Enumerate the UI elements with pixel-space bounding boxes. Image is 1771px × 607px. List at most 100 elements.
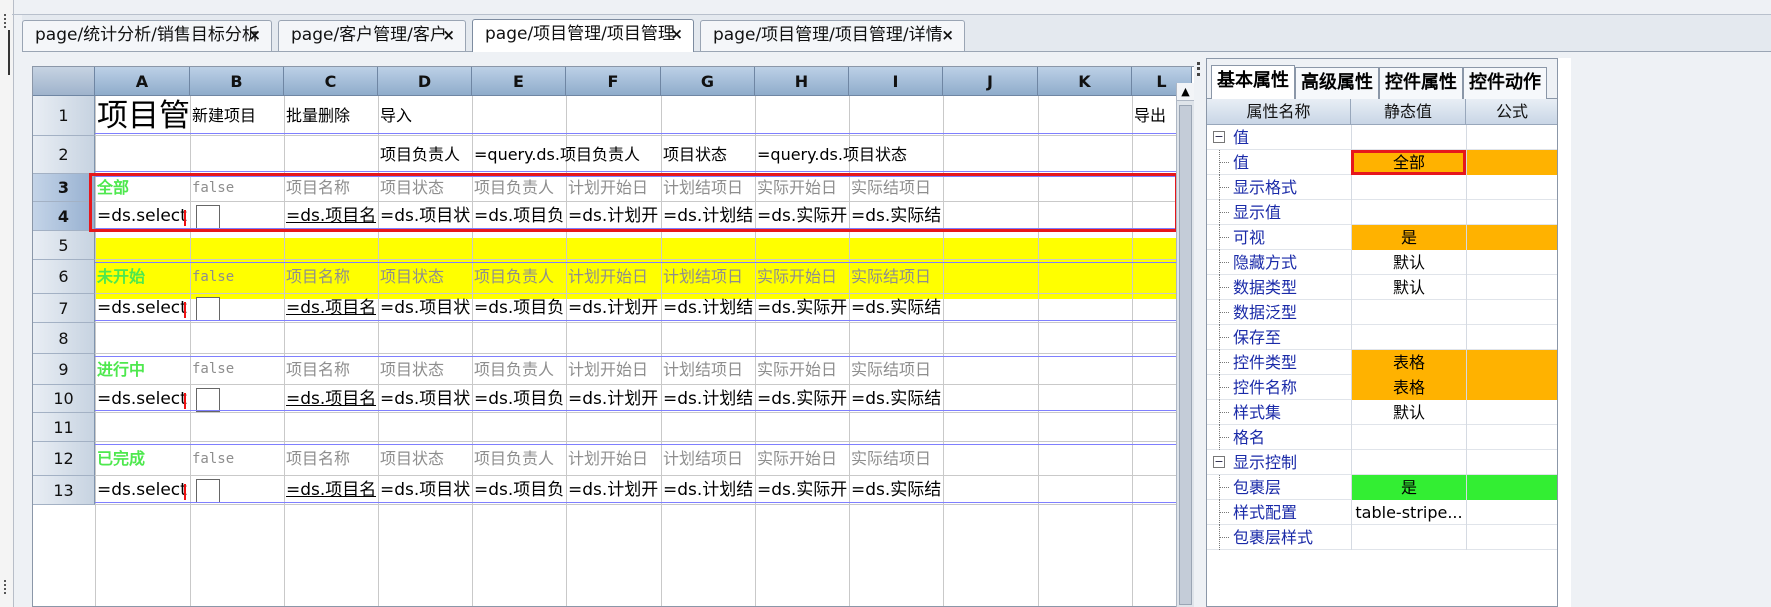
- field-formula-cell[interactable]: =ds.实际开: [757, 476, 847, 505]
- row-header-7[interactable]: 7: [33, 294, 95, 323]
- property-row[interactable]: 值 全部: [1207, 150, 1557, 175]
- field-formula-cell[interactable]: =ds.计划开: [568, 294, 658, 323]
- row-header-3[interactable]: 3: [33, 174, 95, 202]
- property-value[interactable]: [1351, 300, 1466, 325]
- column-title-cell[interactable]: 计划结项日: [663, 354, 743, 385]
- select-formula-cell[interactable]: =ds.select(: [97, 476, 187, 505]
- column-header-k[interactable]: K: [1038, 67, 1132, 96]
- field-formula-cell[interactable]: =ds.计划开: [568, 385, 658, 413]
- property-row[interactable]: 包裹层样式: [1207, 525, 1557, 550]
- row-checkbox[interactable]: [196, 297, 220, 321]
- property-group[interactable]: − 值: [1207, 125, 1557, 150]
- row-header-9[interactable]: 9: [33, 354, 95, 385]
- group-label-cell[interactable]: 进行中: [97, 354, 145, 385]
- property-row[interactable]: 控件类型 表格: [1207, 350, 1557, 375]
- column-title-cell[interactable]: 项目名称: [286, 260, 350, 294]
- column-title-cell[interactable]: 项目状态: [380, 442, 444, 476]
- property-formula[interactable]: [1466, 200, 1557, 225]
- property-value[interactable]: table-stripe...: [1351, 500, 1466, 525]
- property-formula[interactable]: [1466, 175, 1557, 200]
- column-title-cell[interactable]: 计划开始日: [568, 442, 648, 476]
- field-formula-cell[interactable]: =ds.项目名: [286, 294, 376, 323]
- row-checkbox[interactable]: [196, 388, 220, 412]
- row-header-11[interactable]: 11: [33, 413, 95, 442]
- grip-icon[interactable]: [4, 14, 8, 28]
- field-formula-cell[interactable]: =ds.实际结: [851, 294, 941, 323]
- field-formula-cell[interactable]: =ds.项目状: [380, 385, 470, 413]
- row-header-1[interactable]: 1: [33, 96, 95, 136]
- status-formula-cell[interactable]: =query.ds.项目状态: [757, 136, 945, 174]
- status-label-cell[interactable]: 项目状态: [663, 136, 727, 174]
- row-checkbox[interactable]: [196, 479, 220, 503]
- column-header-formula[interactable]: 公式: [1466, 99, 1557, 125]
- column-title-cell[interactable]: 项目负责人: [474, 354, 554, 385]
- property-value[interactable]: 表格: [1351, 375, 1466, 400]
- property-row[interactable]: 显示格式: [1207, 175, 1557, 200]
- field-formula-cell[interactable]: =ds.实际开: [757, 294, 847, 323]
- field-formula-cell[interactable]: =ds.项目负: [474, 294, 564, 323]
- row-header-13[interactable]: 13: [33, 476, 95, 505]
- column-title-cell[interactable]: 项目状态: [380, 260, 444, 294]
- row-header-12[interactable]: 12: [33, 442, 95, 476]
- property-value[interactable]: [1351, 425, 1466, 450]
- property-value[interactable]: [1351, 450, 1466, 475]
- property-formula[interactable]: [1466, 425, 1557, 450]
- collapse-icon[interactable]: −: [1213, 131, 1225, 143]
- property-value[interactable]: 全部: [1351, 150, 1466, 175]
- property-value[interactable]: 默认: [1351, 400, 1466, 425]
- property-value[interactable]: [1351, 200, 1466, 225]
- close-icon[interactable]: ×: [941, 21, 954, 50]
- page-title-cell[interactable]: 项目管: [97, 96, 190, 136]
- tab-sales-target-analysis[interactable]: page/统计分析/销售目标分析 ×: [22, 20, 272, 51]
- left-dock-strip[interactable]: [0, 0, 14, 607]
- row-header-5[interactable]: 5: [33, 231, 95, 260]
- property-value[interactable]: 默认: [1351, 275, 1466, 300]
- scroll-thumb[interactable]: [1179, 105, 1192, 605]
- column-title-cell[interactable]: 项目负责人: [474, 260, 554, 294]
- property-formula[interactable]: [1466, 325, 1557, 350]
- property-formula[interactable]: [1466, 500, 1557, 525]
- field-formula-cell[interactable]: =ds.实际结: [851, 385, 941, 413]
- column-header-e[interactable]: E: [472, 67, 566, 96]
- property-group[interactable]: − 显示控制: [1207, 450, 1557, 475]
- property-row[interactable]: 隐藏方式 默认: [1207, 250, 1557, 275]
- column-header-a[interactable]: A: [95, 67, 190, 96]
- property-formula[interactable]: [1466, 450, 1557, 475]
- column-title-cell[interactable]: 项目状态: [380, 354, 444, 385]
- tab-project-management[interactable]: page/项目管理/项目管理 ×: [472, 19, 694, 52]
- property-value[interactable]: [1351, 125, 1466, 150]
- field-formula-cell[interactable]: =ds.计划结: [663, 294, 753, 323]
- spreadsheet-grid[interactable]: ABCDEFGHIJKL 1 2 3 4 5 6 7 8 9 10 11 12 13 项目管 新建项目 批量…: [32, 66, 1337, 607]
- field-formula-cell[interactable]: =ds.项目名: [286, 385, 376, 413]
- tab-advanced-properties[interactable]: 高级属性: [1295, 67, 1379, 99]
- select-all-corner[interactable]: [33, 67, 95, 96]
- property-formula[interactable]: [1466, 275, 1557, 300]
- owner-label-cell[interactable]: 项目负责人: [380, 136, 460, 174]
- field-formula-cell[interactable]: =ds.实际开: [757, 385, 847, 413]
- column-header-i[interactable]: I: [849, 67, 943, 96]
- column-title-cell[interactable]: 项目名称: [286, 354, 350, 385]
- column-title-cell[interactable]: 实际开始日: [757, 442, 837, 476]
- property-row[interactable]: 格名: [1207, 425, 1557, 450]
- tab-control-actions[interactable]: 控件动作: [1463, 67, 1547, 99]
- export-cell[interactable]: 导出: [1134, 96, 1166, 136]
- property-row[interactable]: 数据泛型: [1207, 300, 1557, 325]
- close-icon[interactable]: ×: [670, 20, 683, 49]
- row-header-2[interactable]: 2: [33, 136, 95, 174]
- property-formula[interactable]: [1466, 125, 1557, 150]
- panel-splitter[interactable]: [1194, 52, 1206, 607]
- tab-project-detail[interactable]: page/项目管理/项目管理/详情 ×: [700, 20, 965, 51]
- tab-basic-properties[interactable]: 基本属性: [1211, 65, 1295, 100]
- column-header-b[interactable]: B: [190, 67, 284, 96]
- column-title-cell[interactable]: 实际开始日: [757, 260, 837, 294]
- column-title-cell[interactable]: 项目名称: [286, 442, 350, 476]
- column-header-c[interactable]: C: [284, 67, 378, 96]
- property-row[interactable]: 数据类型 默认: [1207, 275, 1557, 300]
- column-header-name[interactable]: 属性名称: [1207, 99, 1351, 125]
- property-row[interactable]: 样式集 默认: [1207, 400, 1557, 425]
- column-header-j[interactable]: J: [943, 67, 1038, 96]
- column-title-cell[interactable]: 计划开始日: [568, 354, 648, 385]
- property-formula[interactable]: [1466, 300, 1557, 325]
- sheet-vertical-scrollbar[interactable]: ▲: [1176, 83, 1194, 607]
- field-formula-cell[interactable]: =ds.项目名: [286, 476, 376, 505]
